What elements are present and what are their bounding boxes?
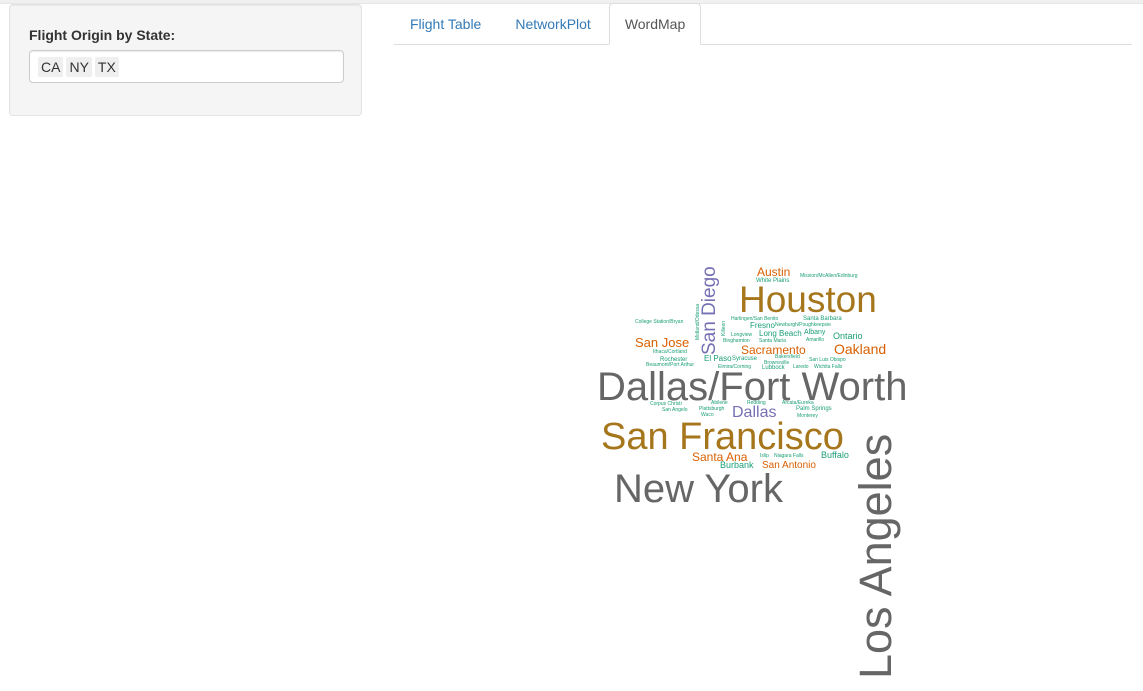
word-sacramento: Sacramento: [741, 343, 806, 357]
word-santa-ana: Santa Ana: [692, 450, 748, 464]
state-filter-label: Flight Origin by State:: [29, 27, 176, 43]
state-chip-ny[interactable]: NY: [66, 56, 92, 77]
word-dallas-fort-worth: Dallas/Fort Worth: [597, 365, 908, 409]
word-bakersfield: Bakersfield: [775, 354, 800, 360]
word-corpus-christi: Corpus Christi: [650, 401, 682, 407]
state-chip-tx[interactable]: TX: [94, 56, 119, 77]
state-select-input[interactable]: CA NY TX: [29, 50, 344, 83]
word-fresno: Fresno: [750, 321, 775, 330]
word-longview: Longview: [731, 332, 753, 338]
word-plattsburgh: Plattsburgh: [699, 406, 725, 412]
word-rochester: Rochester: [660, 357, 688, 363]
word-binghamton: Binghamton: [723, 338, 750, 344]
word-santa-barbara: Santa Barbara: [803, 316, 842, 322]
word-palm-springs: Palm Springs: [796, 406, 832, 412]
word-albany: Albany: [804, 329, 826, 336]
word-midland-odessa: Midland/Odessa: [695, 303, 701, 340]
word-new-york: New York: [614, 467, 783, 511]
word-ithaca-cortland: Ithaca/Cortland: [653, 349, 687, 355]
word-harlingen: Harlingen/San Benito: [731, 316, 779, 322]
word-brownsville: Brownsville: [764, 360, 790, 366]
word-newburgh-poughkeepsie: Newburgh/Poughkeepsie: [775, 322, 831, 328]
word-killeen: Killeen: [721, 320, 727, 336]
word-arcata-eureka: Arcata/Eureka: [782, 400, 814, 406]
word-mission-mcallen-edinburg: Mission/McAllen/Edinburg: [800, 273, 858, 279]
word-islip: Islip: [760, 453, 769, 459]
word-monterey: Monterey: [797, 413, 818, 419]
word-ontario: Ontario: [833, 331, 863, 341]
word-buffalo: Buffalo: [821, 450, 849, 460]
word-redding: Redding: [747, 400, 766, 406]
word-san-angelo: San Angelo: [662, 407, 688, 413]
word-san-francisco: San Francisco: [601, 416, 844, 458]
word-waco: Waco: [701, 412, 714, 418]
word-college-station: College Station/Bryan: [635, 319, 684, 325]
word-oakland: Oakland: [834, 341, 887, 357]
word-long-beach: Long Beach: [759, 329, 802, 338]
word-dallas: Dallas: [732, 404, 777, 421]
word-san-jose: San Jose: [635, 335, 690, 350]
word-los-angeles: Los Angeles: [850, 433, 901, 679]
word-lubbock: Lubbock: [762, 365, 785, 371]
sidebar-panel: Flight Origin by State: CA NY TX: [9, 4, 362, 116]
word-austin: Austin: [757, 265, 791, 279]
word-san-diego: San Diego: [699, 266, 720, 355]
word-beaumont-port-arthur: Beaumont/Port Arthur: [646, 362, 695, 368]
word-san-luis-obispo: San Luis Obispo: [809, 357, 846, 363]
state-chip-ca[interactable]: CA: [38, 56, 64, 77]
word-laredo: Laredo: [793, 364, 809, 370]
word-santa-maria: Santa Maria: [759, 338, 786, 344]
word-white-plains: White Plains: [756, 278, 790, 284]
word-syracuse: Syracuse: [732, 356, 758, 362]
tab-bar: Flight Table NetworkPlot WordMap: [394, 3, 1132, 45]
word-el-paso: El Paso: [704, 354, 732, 363]
word-amarillo: Amarillo: [806, 337, 825, 343]
word-abilene: Abilene: [711, 400, 728, 406]
word-san-antonio: San Antonio: [762, 460, 816, 471]
tab-flight-table[interactable]: Flight Table: [394, 3, 497, 44]
word-elmira-corning: Elmira/Corning: [718, 364, 752, 370]
word-houston: Houston: [739, 279, 877, 320]
tab-network-plot[interactable]: NetworkPlot: [499, 3, 606, 44]
word-burbank: Burbank: [720, 460, 754, 470]
word-wichita-falls: Wichita Falls: [814, 364, 843, 370]
tab-wordmap[interactable]: WordMap: [608, 3, 702, 45]
word-niagara-falls: Niagara Falls: [774, 453, 804, 459]
